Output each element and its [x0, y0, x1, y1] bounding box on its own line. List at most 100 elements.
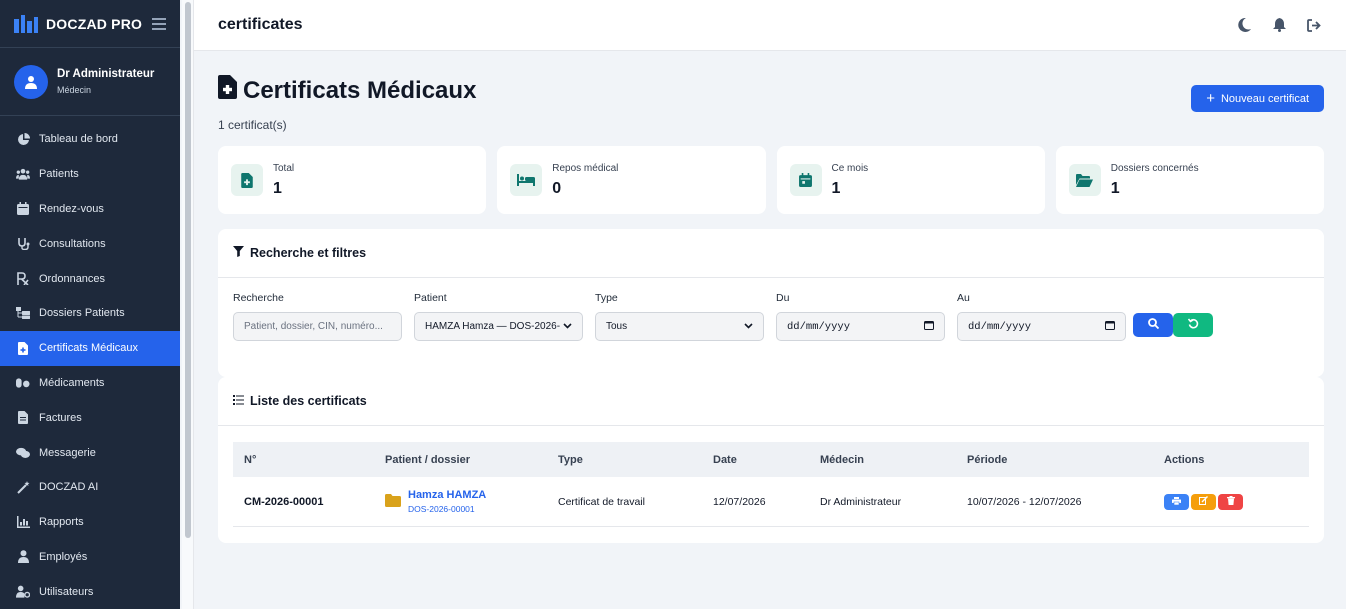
stat-value: 1: [273, 179, 282, 197]
user-role: Médecin: [57, 85, 92, 95]
certificates-list-card: Liste des certificats N° Patient / dossi…: [218, 377, 1324, 543]
search-button[interactable]: [1133, 313, 1173, 337]
certificate-number: CM-2026-00001: [244, 495, 324, 508]
sidebar-item-label: Patients: [39, 168, 79, 181]
menu-toggle-icon[interactable]: [152, 17, 166, 30]
brand: DOCZAD PRO: [0, 0, 180, 48]
patient-select[interactable]: HAMZA Hamza — DOS-2026-: [414, 312, 583, 341]
calendar-icon: [789, 164, 822, 196]
logout-icon[interactable]: [1306, 17, 1322, 33]
patient-link[interactable]: Hamza HAMZA: [408, 489, 486, 501]
file-medical-icon: [218, 75, 237, 106]
stat-value: 0: [552, 179, 562, 197]
sidebar-item-tableau-de-bord[interactable]: Tableau de bord: [0, 122, 180, 157]
sidebar-item-label: Dossiers Patients: [39, 307, 125, 320]
sidebar-item-utilisateurs[interactable]: Utilisateurs: [0, 574, 180, 609]
edit-button[interactable]: [1191, 493, 1216, 510]
page-header: Certificats Médicaux 1 certificat(s): [218, 75, 476, 132]
folder-icon: [385, 493, 401, 510]
list-header: Liste des certificats: [218, 377, 1324, 426]
sidebar-scrollbar[interactable]: [182, 0, 194, 609]
certificate-date: 12/07/2026: [713, 495, 766, 508]
filter-icon: [233, 246, 244, 260]
col-type: Type: [558, 453, 583, 466]
to-label: Au: [957, 292, 970, 304]
sidebar-item-certificats-medicaux[interactable]: Certificats Médicaux: [0, 330, 180, 366]
avatar: [14, 64, 48, 99]
bed-icon: [510, 164, 543, 196]
sidebar-item-employes[interactable]: Employés: [0, 540, 180, 575]
stethoscope-icon: [16, 237, 30, 251]
page-title: Certificats Médicaux: [218, 75, 476, 106]
delete-button[interactable]: [1218, 493, 1243, 510]
scrollbar-thumb[interactable]: [185, 2, 191, 538]
certificate-doctor: Dr Administrateur: [820, 495, 902, 508]
sidebar-item-dossiers-patients[interactable]: Dossiers Patients: [0, 296, 180, 331]
sidebar-item-medicaments[interactable]: Médicaments: [0, 366, 180, 401]
from-label: Du: [776, 292, 790, 304]
calendar-icon[interactable]: [1105, 320, 1115, 334]
filters-title: Recherche et filtres: [250, 246, 367, 260]
from-date-input[interactable]: dd/mm/yyyy: [776, 312, 945, 341]
hospital-logo-icon: [14, 14, 38, 33]
sidebar-item-rapports[interactable]: Rapports: [0, 505, 180, 540]
type-label: Type: [595, 292, 618, 304]
print-button[interactable]: [1164, 493, 1189, 510]
stat-value: 1: [1110, 179, 1120, 197]
filters-header: Recherche et filtres: [218, 229, 1324, 278]
col-doctor: Médecin: [820, 453, 865, 466]
search-icon: [1147, 316, 1159, 334]
stat-label: Dossiers concernés: [1110, 162, 1199, 174]
undo-icon: [1187, 316, 1199, 334]
stat-label: Ce mois: [831, 162, 869, 174]
stat-card-total: Total 1: [218, 146, 487, 214]
chart-pie-icon: [16, 132, 30, 146]
sidebar-item-label: Tableau de bord: [39, 133, 118, 146]
search-input[interactable]: Patient, dossier, CIN, numéro...: [233, 312, 402, 341]
dossier-link[interactable]: DOS-2026-00001: [408, 504, 486, 514]
sidebar-item-label: Consultations: [39, 237, 106, 250]
folder-open-icon: [1068, 164, 1101, 196]
stat-value: 1: [831, 179, 841, 197]
sidebar-item-messagerie[interactable]: Messagerie: [0, 435, 180, 470]
patient-select-value: HAMZA Hamza — DOS-2026-: [425, 321, 561, 332]
user-panel: Dr Administrateur Médecin: [0, 48, 180, 116]
new-certificate-label: Nouveau certificat: [1220, 92, 1309, 105]
sidebar-nav: Tableau de bord Patients Rendez-vous Con…: [0, 116, 180, 609]
sidebar-item-label: Rendez-vous: [39, 202, 104, 215]
new-certificate-button[interactable]: + Nouveau certificat: [1191, 85, 1324, 112]
chevron-down-icon: [744, 321, 753, 332]
sidebar-item-rendez-vous[interactable]: Rendez-vous: [0, 192, 180, 227]
from-date-value: dd/mm/yyyy: [787, 320, 851, 333]
col-date: Date: [713, 453, 737, 466]
sidebar-item-factures[interactable]: Factures: [0, 400, 180, 435]
sidebar-item-consultations[interactable]: Consultations: [0, 226, 180, 261]
user-name: Dr Administrateur: [57, 68, 155, 80]
sidebar-item-label: Employés: [39, 550, 88, 563]
magic-wand-icon: [16, 480, 30, 494]
trash-icon: [1226, 495, 1235, 508]
reset-button[interactable]: [1173, 313, 1213, 337]
sidebar-item-ordonnances[interactable]: Ordonnances: [0, 261, 180, 296]
sidebar-item-patients[interactable]: Patients: [0, 157, 180, 192]
sidebar-item-label: Utilisateurs: [39, 585, 94, 598]
certificate-count: 1 certificat(s): [218, 118, 287, 132]
stat-label: Total: [273, 162, 295, 174]
app-name: DOCZAD PRO: [46, 15, 143, 32]
moon-icon[interactable]: [1236, 17, 1252, 33]
bell-icon[interactable]: [1271, 17, 1287, 33]
to-date-input[interactable]: dd/mm/yyyy: [957, 312, 1126, 341]
file-medical-icon: [16, 341, 30, 355]
sidebar-item-label: Rapports: [39, 516, 84, 529]
col-actions: Actions: [1164, 453, 1205, 466]
list-title: Liste des certificats: [250, 394, 367, 408]
type-select[interactable]: Tous: [595, 312, 764, 341]
sidebar-item-label: Factures: [39, 411, 82, 424]
stat-card-dossiers: Dossiers concernés 1: [1055, 146, 1324, 214]
stat-label: Repos médical: [552, 162, 619, 174]
sidebar-item-doczad-ai[interactable]: DOCZAD AI: [0, 470, 180, 505]
plus-icon: +: [1206, 90, 1215, 107]
filters-card: Recherche et filtres Recherche Patient, …: [218, 229, 1324, 377]
calendar-icon[interactable]: [924, 320, 934, 334]
comments-icon: [16, 446, 30, 460]
